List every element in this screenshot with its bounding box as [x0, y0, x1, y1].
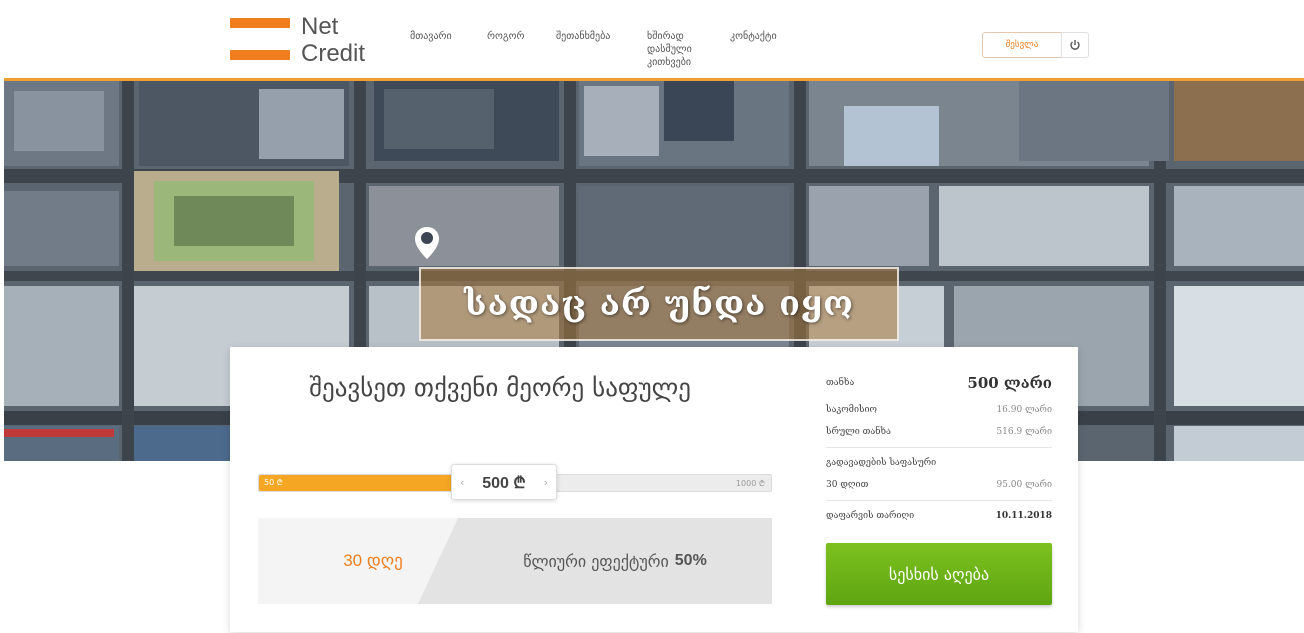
summary-total-row: სრული თანხა 516.9 ლარი — [826, 421, 1052, 443]
nav-item-home[interactable]: მთავარი — [410, 30, 452, 43]
summary-amount-value: 500 ლარი — [967, 374, 1052, 392]
summary-extension-label: გადავადების საფასური — [826, 458, 937, 468]
hero-title: სადაც არ უნდა იყო — [463, 284, 855, 324]
annual-rate-label: წლიური ეფექტური — [523, 551, 669, 571]
nav-item-agreement[interactable]: შეთანხმება — [556, 30, 610, 43]
slider-min-label: 50 ₾ — [264, 478, 283, 487]
summary-date-row: დაფარვის თარიღი 10.11.2018 — [826, 505, 1052, 527]
summary-amount-label: თანხა — [826, 378, 855, 388]
summary-commission-row: საკომისიო 16.90 ლარი — [826, 399, 1052, 421]
logo-bar-top — [230, 18, 290, 28]
take-loan-button[interactable]: სესხის აღება — [826, 543, 1052, 605]
hero-title-box: სადაც არ უნდა იყო — [419, 267, 899, 341]
summary-total-label: სრული თანხა — [826, 427, 891, 437]
header: Net Credit მთავარი როგორ შეთანხმება ხშირ… — [0, 0, 1304, 80]
divider — [826, 500, 1052, 501]
annual-rate: წლიური ეფექტური 50% — [418, 518, 772, 604]
amount-slider-handle[interactable]: ‹ 500 ₾ › — [451, 464, 557, 500]
slider-max-label: 1000 ₾ — [735, 479, 765, 488]
summary-extension-value: 95.00 ლარი — [996, 480, 1052, 490]
logo-text-net: Net — [301, 13, 339, 40]
summary-total-value: 516.9 ლარი — [996, 427, 1052, 437]
power-button[interactable] — [1061, 32, 1089, 58]
summary-date-label: დაფარვის თარიღი — [826, 511, 915, 521]
summary-extension-row: გადავადების საფასური — [826, 452, 1052, 474]
summary-commission-label: საკომისიო — [826, 405, 877, 415]
logo-bar-bottom — [230, 50, 290, 60]
summary-extension-days: 30 დღით — [826, 480, 869, 490]
nav-item-contact[interactable]: კონტაქტი — [730, 30, 777, 43]
chevron-right-icon[interactable]: › — [544, 476, 548, 489]
summary-commission-value: 16.90 ლარი — [996, 405, 1052, 415]
power-icon — [1070, 40, 1080, 50]
loan-summary: თანხა 500 ლარი საკომისიო 16.90 ლარი სრულ… — [826, 367, 1052, 527]
summary-date-value: 10.11.2018 — [995, 511, 1052, 521]
amount-value: 500 ₾ — [482, 475, 526, 492]
logo-text-credit: Credit — [301, 40, 366, 67]
loan-calculator-card: შეავსეთ თქვენი მეორე საფულე 50 ₾ 1000 ₾ … — [230, 347, 1078, 632]
form-title: შეავსეთ თქვენი მეორე საფულე — [309, 373, 691, 402]
logo[interactable]: Net Credit — [230, 14, 390, 70]
login-button[interactable]: შესვლა — [982, 32, 1062, 58]
annual-rate-value: 50% — [674, 552, 707, 569]
summary-extension-fee-row: 30 დღით 95.00 ლარი — [826, 474, 1052, 496]
nav-item-how[interactable]: როგორ — [487, 30, 524, 43]
nav-item-faq[interactable]: ხშირად დასმული კითხვები — [647, 30, 717, 69]
period-box: 30 დღე წლიური ეფექტური 50% — [258, 518, 772, 604]
divider — [826, 447, 1052, 448]
chevron-left-icon[interactable]: ‹ — [460, 476, 464, 489]
summary-amount-row: თანხა 500 ლარი — [826, 367, 1052, 399]
